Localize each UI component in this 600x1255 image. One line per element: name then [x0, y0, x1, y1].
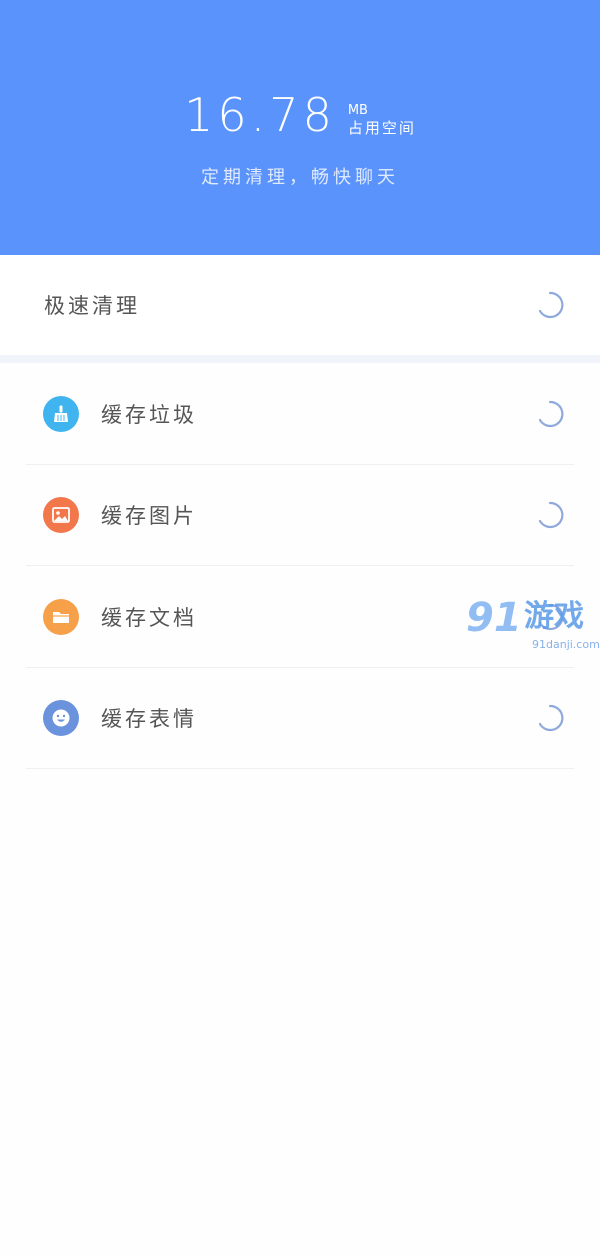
loading-spinner-icon [538, 705, 564, 732]
cache-item-documents[interactable]: 缓存文档 [0, 566, 600, 668]
cache-item-label: 缓存图片 [101, 504, 197, 529]
smiley-icon [43, 700, 79, 737]
folder-icon [43, 598, 79, 635]
loading-spinner-icon [538, 400, 564, 427]
cache-item-images[interactable]: 缓存图片 [0, 465, 600, 567]
header-banner: 16.78 MB 占用空间 定期清理，畅快聊天 [0, 0, 600, 255]
cache-item-label: 缓存文档 [101, 605, 197, 630]
quick-clean-row[interactable]: 极速清理 [0, 255, 600, 355]
storage-unit: MB [347, 103, 368, 118]
cache-item-label: 缓存垃圾 [101, 402, 197, 427]
loading-spinner-icon [538, 291, 564, 319]
loading-spinner-icon [538, 603, 564, 630]
header-subtitle: 定期清理，畅快聊天 [201, 167, 399, 188]
cache-item-garbage[interactable]: 缓存垃圾 [0, 363, 600, 465]
cache-item-label: 缓存表情 [101, 707, 197, 732]
storage-summary: 16.78 MB 占用空间 [0, 92, 600, 138]
loading-spinner-icon [538, 502, 564, 529]
storage-value: 16.78 [184, 88, 336, 142]
image-icon [43, 497, 79, 534]
storage-label: 占用空间 [347, 119, 416, 137]
cache-list: 缓存垃圾 缓存图片 缓存文档 缓存表情 [0, 363, 600, 769]
section-divider [0, 355, 600, 363]
quick-clean-label: 极速清理 [44, 294, 140, 318]
broom-icon [43, 395, 79, 432]
cache-item-stickers[interactable]: 缓存表情 [0, 668, 600, 770]
